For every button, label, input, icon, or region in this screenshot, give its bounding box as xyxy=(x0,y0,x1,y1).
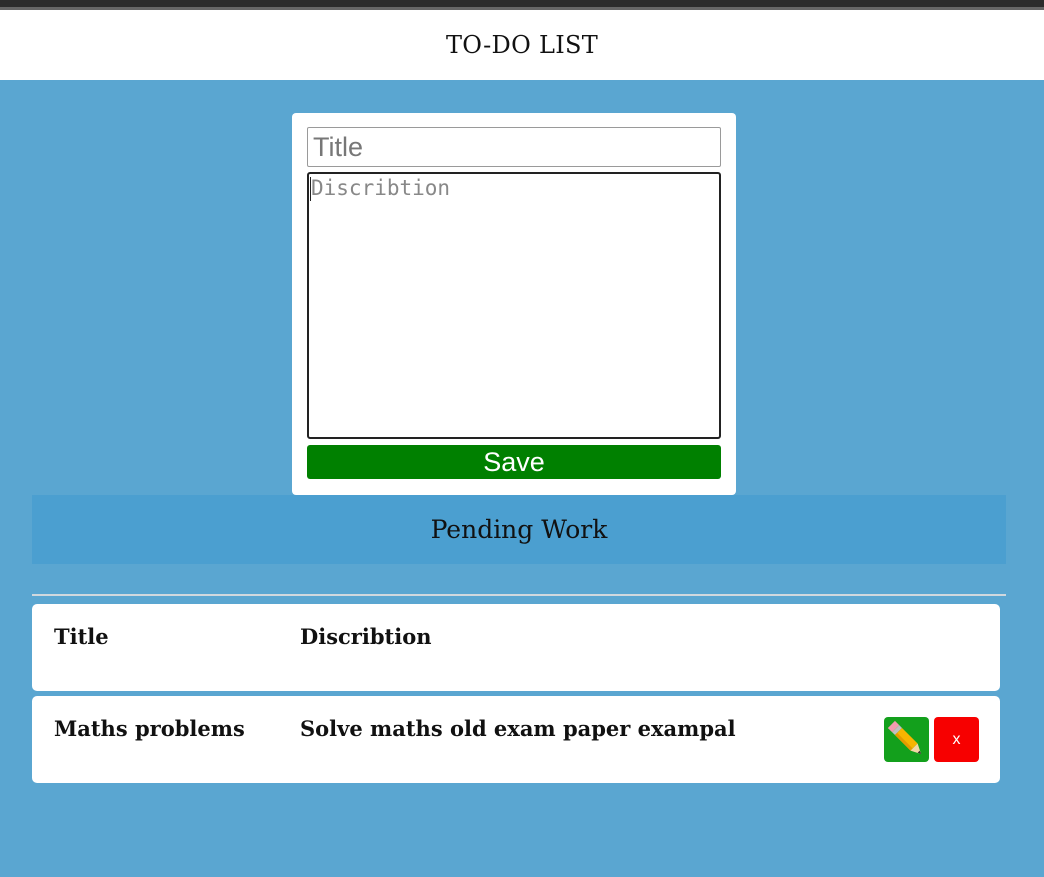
pencil-icon xyxy=(888,720,922,755)
description-input[interactable] xyxy=(307,172,721,439)
pending-work-bar: Pending Work xyxy=(32,495,1006,564)
edit-button[interactable] xyxy=(884,717,929,762)
section-divider xyxy=(32,594,1006,596)
delete-button[interactable]: x xyxy=(934,717,979,762)
app-title: TO-DO LIST xyxy=(445,31,599,59)
task-title: Maths problems xyxy=(54,716,245,741)
save-button[interactable]: Save xyxy=(307,445,721,479)
table-header-row: Title Discribtion xyxy=(32,604,1000,691)
pending-work-heading: Pending Work xyxy=(430,515,608,544)
app-header: TO-DO LIST xyxy=(0,10,1044,80)
title-input[interactable] xyxy=(307,127,721,167)
todo-form-card: Save xyxy=(292,113,736,495)
table-row: Maths problems Solve maths old exam pape… xyxy=(32,696,1000,783)
text-cursor xyxy=(310,177,311,201)
column-header-description: Discribtion xyxy=(300,624,432,649)
column-header-title: Title xyxy=(54,624,109,649)
task-description: Solve maths old exam paper exampal xyxy=(300,716,736,741)
